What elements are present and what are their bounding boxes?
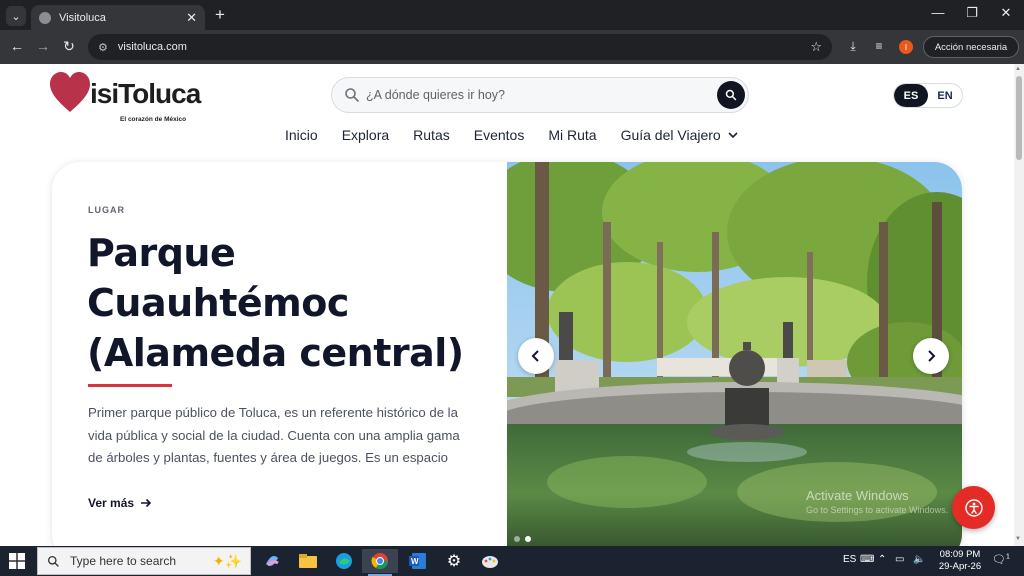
hero-title-line-1: Parque	[87, 231, 236, 275]
nav-inicio[interactable]: Inicio	[285, 127, 318, 143]
word-app-icon[interactable]: W	[400, 549, 436, 573]
nav-guia-del-viajero[interactable]: Guía del Viajero	[621, 127, 738, 143]
restore-icon[interactable]: ❐	[962, 5, 982, 21]
search-submit-icon	[725, 89, 737, 101]
search-input[interactable]	[366, 88, 717, 102]
action-required-button[interactable]: Acción necesaria	[923, 36, 1019, 58]
network-icon[interactable]: ▭	[895, 554, 904, 565]
scroll-down-icon[interactable]: ▼	[1015, 536, 1021, 542]
heart-logo-icon	[50, 72, 90, 112]
chevron-down-icon	[728, 131, 738, 138]
taskbar-search-box[interactable]: Type here to search ✦✨	[37, 547, 251, 575]
tab-title: Visitoluca	[59, 11, 106, 24]
search-icon	[345, 88, 359, 102]
search-button[interactable]	[717, 81, 745, 109]
windows-taskbar: Type here to search ✦✨ W ⚙ ES ⌨ ⌃ ▭ 🔈 08…	[0, 546, 1024, 576]
system-clock[interactable]: 08:09 PM 29-Apr-26	[934, 549, 986, 573]
download-icon[interactable]: ⤓	[845, 39, 861, 54]
close-window-icon[interactable]: ✕	[996, 5, 1016, 21]
keyboard-icon[interactable]: ⌨	[860, 554, 874, 565]
url-text[interactable]: visitoluca.com	[118, 41, 810, 53]
accessibility-button[interactable]	[952, 486, 995, 529]
browser-tab[interactable]: Visitoluca ✕	[31, 5, 205, 30]
taskbar-search-icon	[47, 555, 59, 567]
tray-language[interactable]: ES	[843, 554, 856, 565]
nav-guia-label: Guía del Viajero	[620, 127, 721, 143]
edge-browser-icon[interactable]	[326, 549, 362, 573]
carousel-dots	[514, 536, 531, 542]
profile-avatar[interactable]: I	[899, 40, 913, 54]
taskbar-search-placeholder: Type here to search	[70, 554, 177, 568]
chrome-browser-icon[interactable]	[362, 549, 398, 576]
search-highlight-icon: ✦✨	[212, 552, 242, 569]
hero-title-line-2: Cuauhtémoc	[87, 281, 349, 325]
forward-icon[interactable]: →	[34, 38, 52, 54]
bookmark-star-icon[interactable]: ☆	[810, 39, 822, 55]
new-tab-icon[interactable]: +	[210, 5, 230, 25]
nav-mi-ruta[interactable]: Mi Ruta	[548, 127, 596, 143]
tab-search-chevron-icon[interactable]: ⌄	[6, 6, 26, 26]
file-explorer-icon[interactable]	[290, 549, 326, 573]
tray-chevron-up-icon[interactable]: ⌃	[878, 554, 886, 565]
address-bar[interactable]: ⚙ visitoluca.com ☆	[88, 34, 832, 60]
ver-mas-label: Ver más	[88, 496, 135, 510]
carousel-next-button[interactable]	[913, 338, 949, 374]
accessibility-icon	[964, 498, 983, 517]
chevron-left-icon	[531, 350, 539, 362]
carousel-dot[interactable]	[514, 536, 520, 542]
carousel-prev-button[interactable]	[518, 338, 554, 374]
page-scrollbar[interactable]: ▲ ▼	[1014, 64, 1024, 546]
activate-windows-sub: Go to Settings to activate Windows.	[806, 505, 949, 515]
chevron-right-icon	[928, 350, 936, 362]
logo-tagline: El corazón de México	[120, 116, 187, 123]
nav-eventos[interactable]: Eventos	[474, 127, 525, 143]
site-logo[interactable]: isiToluca El corazón de México	[50, 70, 201, 126]
carousel-dot-active[interactable]	[525, 536, 531, 542]
nav-rutas[interactable]: Rutas	[413, 127, 450, 143]
volume-icon[interactable]: 🔈	[913, 554, 925, 565]
reload-icon[interactable]: ↻	[60, 38, 78, 55]
copilot-app-icon[interactable]	[254, 549, 290, 573]
hero-title: Parque Cuauhtémoc (Alameda central)	[87, 228, 497, 378]
nav-explora[interactable]: Explora	[342, 127, 389, 143]
hero-category: LUGAR	[88, 205, 125, 215]
settings-app-icon[interactable]: ⚙	[436, 549, 472, 573]
web-page: isiToluca El corazón de México ES EN Ini…	[0, 64, 1014, 546]
lang-en-button[interactable]: EN	[928, 84, 962, 107]
scroll-thumb[interactable]	[1016, 76, 1022, 160]
minimize-icon[interactable]: —	[928, 5, 948, 20]
site-info-icon[interactable]: ⚙	[98, 41, 108, 54]
arrow-right-icon	[141, 498, 152, 508]
browser-tabstrip: ⌄ Visitoluca ✕ + — ❐ ✕	[0, 0, 1024, 30]
notification-count: 1	[1005, 553, 1010, 561]
notification-center-icon[interactable]: 🗨1	[992, 553, 1010, 566]
logo-wordmark: isiToluca	[90, 78, 201, 109]
lang-es-button[interactable]: ES	[894, 84, 928, 107]
accent-divider	[88, 384, 172, 387]
hero-description: Primer parque público de Toluca, es un r…	[88, 405, 460, 474]
browser-toolbar: ← → ↻ ⚙ visitoluca.com ☆ ⤓ ≡ I Acción ne…	[0, 30, 1024, 64]
svg-text:W: W	[411, 557, 419, 566]
clock-date: 29-Apr-26	[938, 561, 982, 572]
ver-mas-link[interactable]: Ver más	[88, 496, 152, 510]
globe-icon	[39, 11, 51, 24]
back-icon[interactable]: ←	[8, 38, 26, 54]
close-tab-icon[interactable]: ✕	[186, 10, 197, 26]
hero-text-panel: LUGAR Parque Cuauhtémoc (Alameda central…	[52, 162, 507, 546]
hero-title-line-3: (Alameda central)	[87, 331, 464, 375]
scroll-up-icon[interactable]: ▲	[1015, 66, 1021, 72]
media-queue-icon[interactable]: ≡	[871, 39, 887, 53]
windows-start-icon[interactable]	[9, 553, 25, 569]
main-navigation: Inicio Explora Rutas Eventos Mi Ruta Guí…	[285, 127, 738, 143]
clock-time: 08:09 PM	[939, 549, 981, 560]
search-bar	[331, 77, 749, 113]
activate-windows-title: Activate Windows	[806, 488, 909, 503]
language-switcher: ES EN	[893, 83, 963, 108]
paint-app-icon[interactable]	[472, 549, 508, 573]
